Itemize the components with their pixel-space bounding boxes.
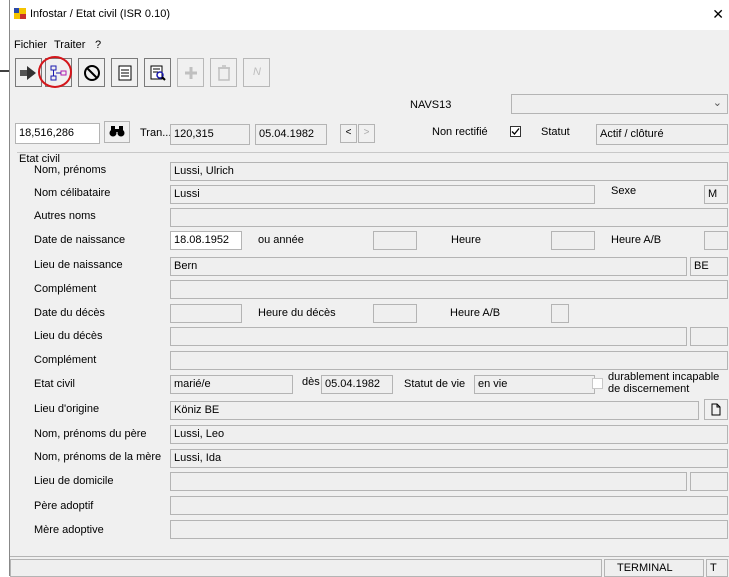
statut-field[interactable]: Actif / clôturé <box>596 124 728 145</box>
heure-deces-field[interactable] <box>373 304 417 323</box>
add-button[interactable] <box>177 58 204 87</box>
exit-arrow-icon <box>20 66 36 80</box>
date-naissance-label: Date de naissance <box>34 234 126 246</box>
form-button[interactable] <box>111 58 138 87</box>
t-field: T <box>706 559 728 577</box>
app-icon <box>14 8 26 19</box>
des-field[interactable]: 05.04.1982 <box>321 375 393 394</box>
date-naissance-field[interactable]: 18.08.1952 <box>170 231 242 250</box>
no-entry-icon <box>84 65 100 81</box>
checkmark-icon <box>511 128 520 135</box>
pere-adoptif-label: Père adoptif <box>34 500 94 512</box>
domicile-label: Lieu de domicile <box>34 475 114 487</box>
autres-noms-field[interactable] <box>170 208 728 227</box>
domicile-field[interactable] <box>170 472 687 491</box>
n-button-label: N <box>253 66 261 78</box>
tran-date-field[interactable]: 05.04.1982 <box>255 124 327 145</box>
statut-vie-label: Statut de vie <box>404 378 466 390</box>
lieu-origine-doc-button[interactable] <box>704 399 728 420</box>
trash-icon <box>218 65 230 81</box>
incapable-label: durablement incapable de discernement <box>608 371 720 395</box>
des-label: dès <box>302 376 320 388</box>
lieu-deces-canton-field[interactable] <box>690 327 728 346</box>
mere-adoptive-field[interactable] <box>170 520 728 539</box>
navs-label: NAVS13 <box>410 99 452 111</box>
nom-prenoms-label: Nom, prénoms <box>34 164 107 176</box>
nom-celibataire-field[interactable]: Lussi <box>170 185 595 204</box>
mere-label: Nom, prénoms de la mère <box>34 451 162 463</box>
n-button[interactable]: N <box>243 58 270 87</box>
heure-label: Heure <box>451 234 481 246</box>
search-doc-icon <box>150 65 166 81</box>
date-deces-field[interactable] <box>170 304 242 323</box>
complement2-field[interactable] <box>170 351 728 370</box>
tran-number-field[interactable]: 120,315 <box>170 124 250 145</box>
chevron-down-icon: ⌄ <box>712 97 722 109</box>
pere-label: Nom, prénoms du père <box>34 428 147 440</box>
menu-fichier[interactable]: Fichier <box>14 39 47 51</box>
heure-ab-label: Heure A/B <box>611 234 662 246</box>
nom-prenoms-field[interactable]: Lussi, Ulrich <box>170 162 728 181</box>
terminal-field: TERMINAL <box>604 559 704 577</box>
id-field[interactable]: 18,516,286 <box>15 123 100 144</box>
pere-adoptif-field[interactable] <box>170 496 728 515</box>
date-deces-label: Date du décès <box>34 307 105 319</box>
lieu-deces-field[interactable] <box>170 327 687 346</box>
ou-annee-label: ou année <box>258 234 304 246</box>
main-window: Infostar / Etat civil (ISR 0.10) ✕ Fichi… <box>9 0 729 577</box>
heure-field[interactable] <box>551 231 595 250</box>
window-title: Infostar / Etat civil (ISR 0.10) <box>30 8 170 20</box>
status-message-field <box>10 559 602 577</box>
mere-field[interactable]: Lussi, Ida <box>170 449 728 468</box>
form-icon <box>118 65 132 81</box>
non-rectifie-label: Non rectifié <box>432 126 488 138</box>
statut-vie-field[interactable]: en vie <box>474 375 595 394</box>
autres-noms-label: Autres noms <box>34 210 96 222</box>
heure-ab-deces-field[interactable] <box>551 304 569 323</box>
etat-civil-field[interactable]: marié/e <box>170 375 293 394</box>
mere-adoptive-label: Mère adoptive <box>34 524 104 536</box>
sexe-field[interactable]: M <box>704 185 728 204</box>
tran-label: Tran... <box>140 127 172 139</box>
etat-civil-label: Etat civil <box>34 378 75 390</box>
prev-button[interactable]: < <box>340 124 357 143</box>
heure-ab-field[interactable] <box>704 231 728 250</box>
complement2-label: Complément <box>34 354 97 366</box>
menu-help[interactable]: ? <box>95 39 101 51</box>
next-button[interactable]: > <box>358 124 375 143</box>
complement-field[interactable] <box>170 280 728 299</box>
lieu-origine-label: Lieu d'origine <box>34 403 100 415</box>
no-entry-button[interactable] <box>78 58 105 87</box>
annee-field[interactable] <box>373 231 417 250</box>
heure-deces-label: Heure du décès <box>258 307 336 319</box>
incapable-checkbox[interactable] <box>592 378 603 389</box>
binoculars-button[interactable] <box>104 121 130 143</box>
lieu-naissance-field[interactable]: Bern <box>170 257 687 276</box>
add-icon <box>185 67 197 79</box>
statut-label: Statut <box>541 126 570 138</box>
lieu-origine-field[interactable]: Köniz BE <box>170 401 699 420</box>
domicile-canton-field[interactable] <box>690 472 728 491</box>
status-bar: TERMINAL T <box>10 556 729 577</box>
highlight-circle <box>38 56 72 88</box>
menu-traiter[interactable]: Traiter <box>54 39 85 51</box>
title-bar: Infostar / Etat civil (ISR 0.10) ✕ <box>10 0 729 30</box>
complement-label: Complément <box>34 283 97 295</box>
lieu-naissance-label: Lieu de naissance <box>34 259 123 271</box>
document-icon <box>711 403 721 416</box>
pere-field[interactable]: Lussi, Leo <box>170 425 728 444</box>
sexe-label: Sexe <box>611 185 637 197</box>
nom-celibataire-label: Nom célibataire <box>34 187 111 199</box>
close-icon[interactable]: ✕ <box>712 6 724 23</box>
delete-button[interactable] <box>210 58 237 87</box>
heure-ab-deces-label: Heure A/B <box>450 307 501 319</box>
binoculars-icon <box>109 126 125 137</box>
lieu-naissance-canton-field[interactable]: BE <box>690 257 728 276</box>
non-rectifie-checkbox[interactable] <box>510 126 521 137</box>
search-doc-button[interactable] <box>144 58 171 87</box>
lieu-deces-label: Lieu du décès <box>34 330 103 342</box>
navs-select[interactable]: ⌄ <box>511 94 728 114</box>
